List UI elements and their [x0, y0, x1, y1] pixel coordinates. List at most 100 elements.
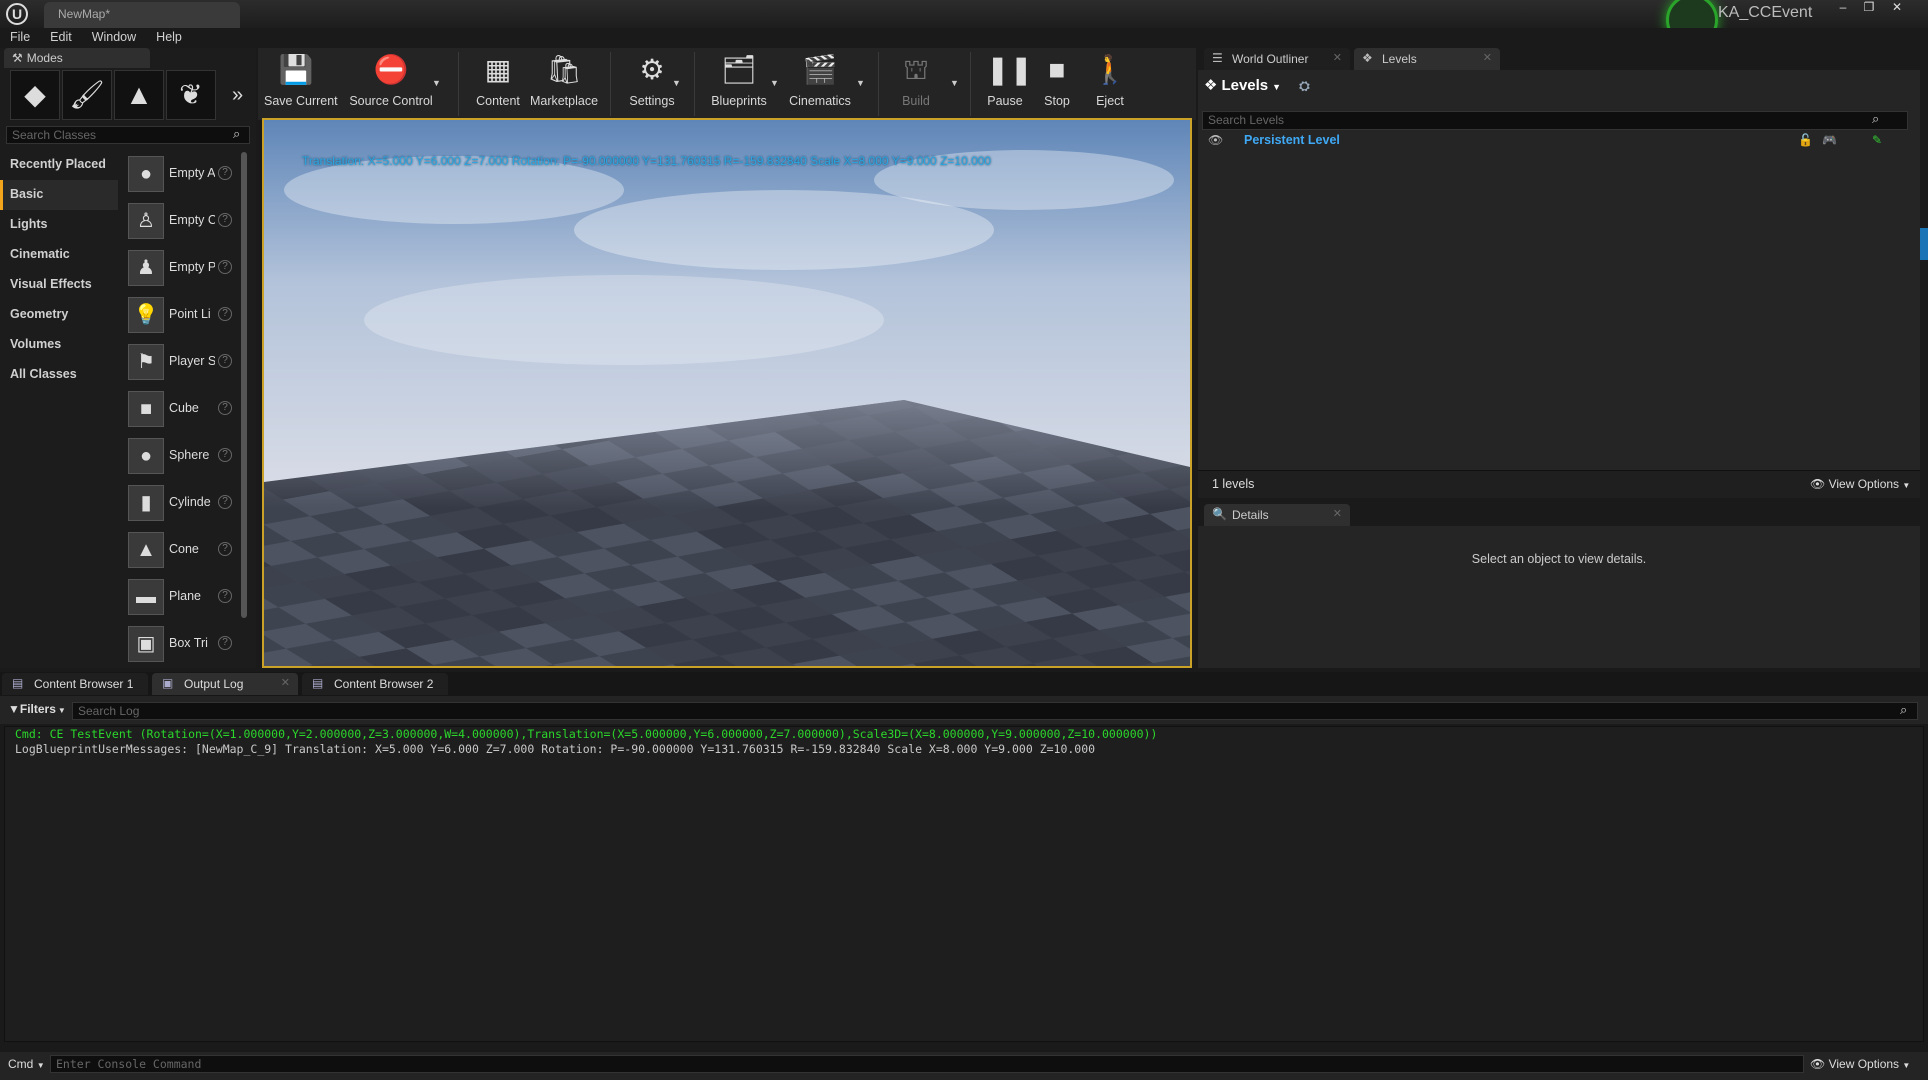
close-icon[interactable]: ✕: [1483, 51, 1492, 64]
settings-dropdown-icon[interactable]: ▼: [672, 78, 681, 88]
list-item[interactable]: ♙ Empty C?: [122, 199, 240, 246]
menu-edit[interactable]: Edit: [40, 28, 82, 46]
help-icon[interactable]: ?: [218, 213, 232, 227]
levels-view-options-button[interactable]: 👁 View Options ▼: [1810, 477, 1910, 491]
persistent-level-item[interactable]: Persistent Level: [1244, 133, 1340, 147]
save-current-button[interactable]: 💾 Save Current: [264, 48, 338, 120]
modes-scrollbar[interactable]: [241, 152, 247, 618]
side-drawer-tab[interactable]: [1920, 228, 1928, 260]
landscape-mode-button[interactable]: ▲: [114, 70, 164, 120]
tab-details[interactable]: 🔍 Details ✕: [1204, 504, 1350, 526]
help-icon[interactable]: ?: [218, 307, 232, 321]
restore-button[interactable]: ❐: [1858, 0, 1880, 16]
pause-button[interactable]: ❚❚ Pause: [980, 48, 1033, 120]
category-visual-effects[interactable]: Visual Effects: [0, 270, 118, 300]
help-icon[interactable]: ?: [218, 636, 232, 650]
tab-content-browser-2[interactable]: ▤ Content Browser 2: [302, 673, 448, 695]
cinematics-button[interactable]: 🎬 Cinematics: [784, 48, 856, 120]
category-volumes[interactable]: Volumes: [0, 330, 118, 360]
eject-button[interactable]: 🚶 Eject: [1084, 48, 1136, 120]
category-all-classes[interactable]: All Classes: [0, 360, 118, 390]
build-dropdown-icon[interactable]: ▼: [950, 78, 959, 88]
search-classes-input[interactable]: Search Classes: [6, 126, 250, 144]
close-icon[interactable]: ✕: [1333, 507, 1342, 520]
source-control-dropdown-icon[interactable]: ▼: [432, 78, 441, 88]
menu-file[interactable]: File: [0, 28, 40, 46]
lock-icon[interactable]: 🔓: [1798, 133, 1813, 147]
paint-mode-button[interactable]: 🖌: [62, 70, 112, 120]
search-icon[interactable]: ⌕: [1900, 702, 1907, 718]
help-icon[interactable]: ?: [218, 495, 232, 509]
blueprints-button[interactable]: 🗂 Blueprints: [704, 48, 774, 120]
lightbulb-icon: 💡: [128, 297, 164, 333]
source-control-button[interactable]: ⛔ Source Control: [348, 48, 434, 120]
modes-tab[interactable]: ⚒ Modes: [4, 48, 150, 68]
list-item[interactable]: ▣ Box Tri?: [122, 622, 240, 669]
category-geometry[interactable]: Geometry: [0, 300, 118, 330]
category-lights[interactable]: Lights: [0, 210, 118, 240]
list-item[interactable]: ▮ Cylinde?: [122, 481, 240, 528]
tab-world-outliner[interactable]: ☰ World Outliner ✕: [1204, 48, 1350, 70]
list-item[interactable]: ● Empty A?: [122, 152, 240, 199]
close-icon[interactable]: ✕: [281, 676, 290, 689]
levels-menu-button[interactable]: ❖ Levels ▼ ⛭: [1204, 76, 1310, 94]
toolbar-divider: [610, 52, 611, 116]
help-icon[interactable]: ?: [218, 260, 232, 274]
foliage-mode-button[interactable]: ❦: [166, 70, 216, 120]
list-item[interactable]: ⚑ Player S?: [122, 340, 240, 387]
level-viewport[interactable]: Translation: X=5.000 Y=6.000 Z=7.000 Rot…: [262, 118, 1192, 668]
save-level-icon[interactable]: 🎮: [1822, 133, 1837, 147]
search-levels-input[interactable]: Search Levels: [1202, 111, 1908, 130]
marketplace-button[interactable]: 🛍 Marketplace: [528, 48, 600, 120]
edit-level-icon[interactable]: ✎: [1872, 133, 1882, 147]
levels-icon: ❖: [1362, 51, 1373, 65]
menu-help[interactable]: Help: [146, 28, 192, 46]
minimize-button[interactable]: –: [1832, 0, 1854, 16]
list-item[interactable]: ▲ Cone?: [122, 528, 240, 575]
tab-content-browser-1[interactable]: ▤ Content Browser 1: [2, 673, 148, 695]
stop-button[interactable]: ■ Stop: [1032, 48, 1082, 120]
help-icon[interactable]: ?: [218, 542, 232, 556]
search-icon[interactable]: ⌕: [1872, 111, 1879, 127]
list-item[interactable]: ■ Cube?: [122, 387, 240, 434]
filters-button[interactable]: ▼Filters ▼: [8, 702, 66, 716]
build-button[interactable]: ⛫ Build: [888, 48, 944, 120]
pause-icon: ❚❚: [986, 54, 1033, 85]
close-icon[interactable]: ✕: [1333, 51, 1342, 64]
cinematics-dropdown-icon[interactable]: ▼: [856, 78, 865, 88]
category-basic[interactable]: Basic: [0, 180, 118, 210]
content-browser-icon: ▤: [12, 676, 24, 690]
content-button[interactable]: ▦ Content: [468, 48, 528, 120]
place-mode-button[interactable]: ◆: [10, 70, 60, 120]
visibility-eye-icon[interactable]: 👁: [1208, 133, 1223, 147]
list-item[interactable]: ♟ Empty P?: [122, 246, 240, 293]
details-panel: [1198, 526, 1920, 668]
tab-output-log[interactable]: ▣ Output Log ✕: [152, 673, 298, 695]
more-modes-icon[interactable]: »: [232, 84, 243, 107]
menu-window[interactable]: Window: [82, 28, 146, 46]
log-view-options-button[interactable]: 👁 View Options ▼: [1810, 1057, 1910, 1071]
cmd-dropdown-button[interactable]: Cmd ▼: [8, 1057, 45, 1071]
help-icon[interactable]: ?: [218, 354, 232, 368]
list-item[interactable]: ▬ Plane?: [122, 575, 240, 622]
search-log-input[interactable]: Search Log: [72, 702, 1918, 720]
sphere-icon: ●: [128, 438, 164, 474]
category-recently-placed[interactable]: Recently Placed: [0, 150, 118, 180]
search-icon[interactable]: ⌕: [233, 126, 240, 142]
help-icon[interactable]: ?: [218, 589, 232, 603]
level-tools-icon[interactable]: ⛭: [1299, 78, 1309, 93]
blueprints-dropdown-icon[interactable]: ▼: [770, 78, 779, 88]
log-line: LogBlueprintUserMessages: [NewMap_C_9] T…: [15, 742, 1096, 756]
category-cinematic[interactable]: Cinematic: [0, 240, 118, 270]
output-log-area[interactable]: Cmd: CE TestEvent (Rotation=(X=1.000000,…: [4, 726, 1924, 1042]
document-tab[interactable]: NewMap*: [44, 2, 240, 28]
list-item[interactable]: ● Sphere?: [122, 434, 240, 481]
console-command-input[interactable]: Enter Console Command: [50, 1055, 1804, 1073]
list-item[interactable]: 💡 Point Li?: [122, 293, 240, 340]
close-window-button[interactable]: ✕: [1886, 0, 1908, 16]
tab-levels[interactable]: ❖ Levels ✕: [1354, 48, 1500, 70]
help-icon[interactable]: ?: [218, 166, 232, 180]
help-icon[interactable]: ?: [218, 401, 232, 415]
help-icon[interactable]: ?: [218, 448, 232, 462]
paint-brush-icon: 🖌: [69, 79, 105, 110]
